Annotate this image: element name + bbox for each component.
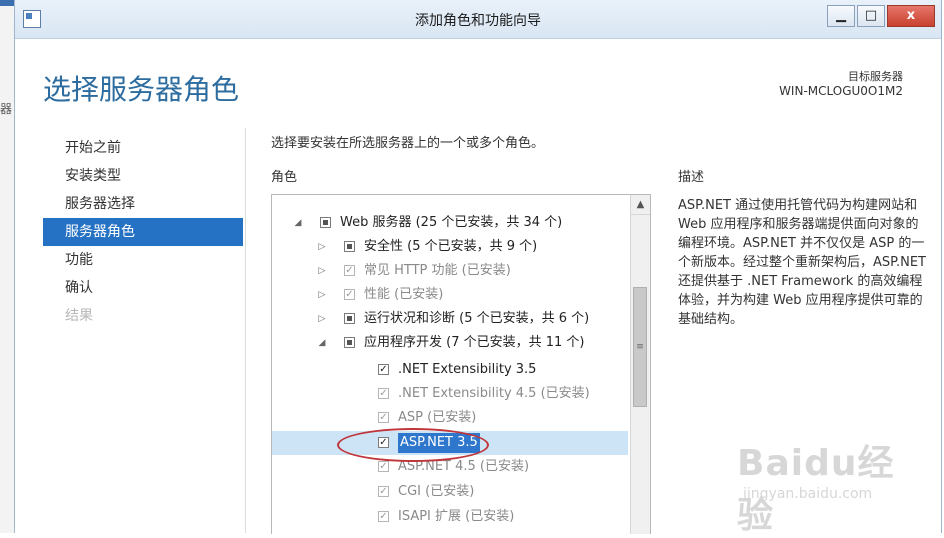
tree-row[interactable]: ◢ Web 服务器 (25 个已安装，共 34 个): [272, 211, 628, 235]
instruction-text: 选择要安装在所选服务器上的一个或多个角色。: [271, 136, 545, 151]
role-label: 应用程序开发 (7 个已安装，共 11 个): [364, 335, 585, 350]
tree-scrollbar[interactable]: ▲ ≡: [630, 195, 650, 534]
tree-row[interactable]: ✓ CGI (已安装): [272, 480, 628, 504]
annotation-circle: [337, 428, 489, 462]
description-header: 描述: [678, 170, 705, 185]
tree-row[interactable]: ✓ ASP (已安装): [272, 406, 628, 430]
nav-item-results: 结果: [65, 308, 93, 324]
background-window-edge: 器: [0, 0, 15, 533]
checkbox[interactable]: [344, 241, 355, 252]
maximize-button[interactable]: □: [857, 5, 885, 27]
role-label: .NET Extensibility 3.5: [398, 362, 537, 377]
checkbox[interactable]: [320, 217, 331, 228]
checkbox[interactable]: [344, 313, 355, 324]
role-label: ASP (已安装): [398, 410, 477, 425]
tree-row[interactable]: ◢ 应用程序开发 (7 个已安装，共 11 个): [272, 331, 628, 355]
nav-item-server-selection[interactable]: 服务器选择: [43, 190, 243, 218]
role-label: 运行状况和诊断 (5 个已安装，共 6 个): [364, 311, 590, 326]
tree-row[interactable]: ▷ 安全性 (5 个已安装，共 9 个): [272, 235, 628, 259]
background-text-fragment: 器: [0, 102, 13, 116]
roles-header: 角色: [271, 170, 298, 185]
nav-item-features[interactable]: 功能: [43, 246, 243, 274]
checkbox: ✓: [378, 511, 389, 522]
role-label: 性能 (已安装): [364, 287, 444, 302]
checkbox: ✓: [344, 289, 355, 300]
minimize-button[interactable]: ▁: [827, 5, 855, 27]
taskbar-accent: [0, 0, 14, 6]
role-label: .NET Extensibility 4.5 (已安装): [398, 386, 590, 401]
nav-item-confirmation[interactable]: 确认: [43, 274, 243, 302]
nav-item-before-you-begin[interactable]: 开始之前: [43, 134, 243, 162]
wizard-window: 添加角色和功能向导 ▁ □ x 选择服务器角色 目标服务器 WIN-MCLOGU…: [14, 0, 942, 536]
watermark-url: jingyan.baidu.com: [743, 486, 873, 502]
title-bar[interactable]: 添加角色和功能向导 ▁ □ x: [15, 0, 941, 39]
window-title: 添加角色和功能向导: [415, 13, 541, 29]
scroll-up-icon[interactable]: ▲: [631, 195, 650, 215]
close-button[interactable]: x: [887, 5, 935, 27]
role-label: Web 服务器 (25 个已安装，共 34 个): [340, 215, 563, 230]
role-label: ISAPI 扩展 (已安装): [398, 509, 515, 524]
checkbox: ✓: [378, 412, 389, 423]
expander-icon[interactable]: ▷: [316, 307, 328, 331]
tree-row[interactable]: ✓ .NET Extensibility 4.5 (已安装): [272, 382, 628, 406]
nav-item-server-roles[interactable]: 服务器角色: [43, 218, 243, 246]
tree-row[interactable]: ✓ ISAPI 扩展 (已安装): [272, 505, 628, 529]
scroll-thumb[interactable]: ≡: [633, 287, 647, 407]
target-server-label: 目标服务器: [848, 70, 903, 83]
roles-tree[interactable]: ◢ Web 服务器 (25 个已安装，共 34 个) ▷ 安全性 (5 个已安装…: [271, 194, 651, 534]
tree-row[interactable]: ✓ .NET Extensibility 3.5: [272, 358, 628, 382]
checkbox: ✓: [378, 461, 389, 472]
nav-item-installation-type[interactable]: 安装类型: [43, 162, 243, 190]
checkbox: ✓: [378, 388, 389, 399]
expander-icon[interactable]: ▷: [316, 259, 328, 283]
tree-row[interactable]: ▷ ✓ 性能 (已安装): [272, 283, 628, 307]
expander-icon[interactable]: ▷: [316, 283, 328, 307]
role-label: 常见 HTTP 功能 (已安装): [364, 263, 511, 278]
target-server-name: WIN-MCLOGU0O1M2: [779, 84, 903, 98]
wizard-nav: 开始之前 安装类型 服务器选择 服务器角色 功能 确认 结果: [43, 134, 243, 330]
tree-row[interactable]: ▷ ✓ 常见 HTTP 功能 (已安装): [272, 259, 628, 283]
role-label: 安全性 (5 个已安装，共 9 个): [364, 239, 538, 254]
description-text: ASP.NET 通过使用托管代码为构建网站和 Web 应用程序和服务器端提供面向…: [678, 198, 926, 327]
checkbox: ✓: [378, 486, 389, 497]
checkbox[interactable]: [344, 337, 355, 348]
checkbox: ✓: [344, 265, 355, 276]
baidu-watermark: Baidu经验 jingyan.baidu.com: [737, 434, 927, 536]
expander-icon[interactable]: ▷: [316, 235, 328, 259]
nav-divider: [245, 128, 246, 533]
page-title: 选择服务器角色: [43, 73, 240, 106]
expander-icon[interactable]: ◢: [316, 331, 328, 355]
role-label: CGI (已安装): [398, 484, 475, 499]
checkbox[interactable]: ✓: [378, 364, 389, 375]
tree-row[interactable]: ▷ 运行状况和诊断 (5 个已安装，共 6 个): [272, 307, 628, 331]
expander-icon[interactable]: ◢: [292, 211, 304, 235]
